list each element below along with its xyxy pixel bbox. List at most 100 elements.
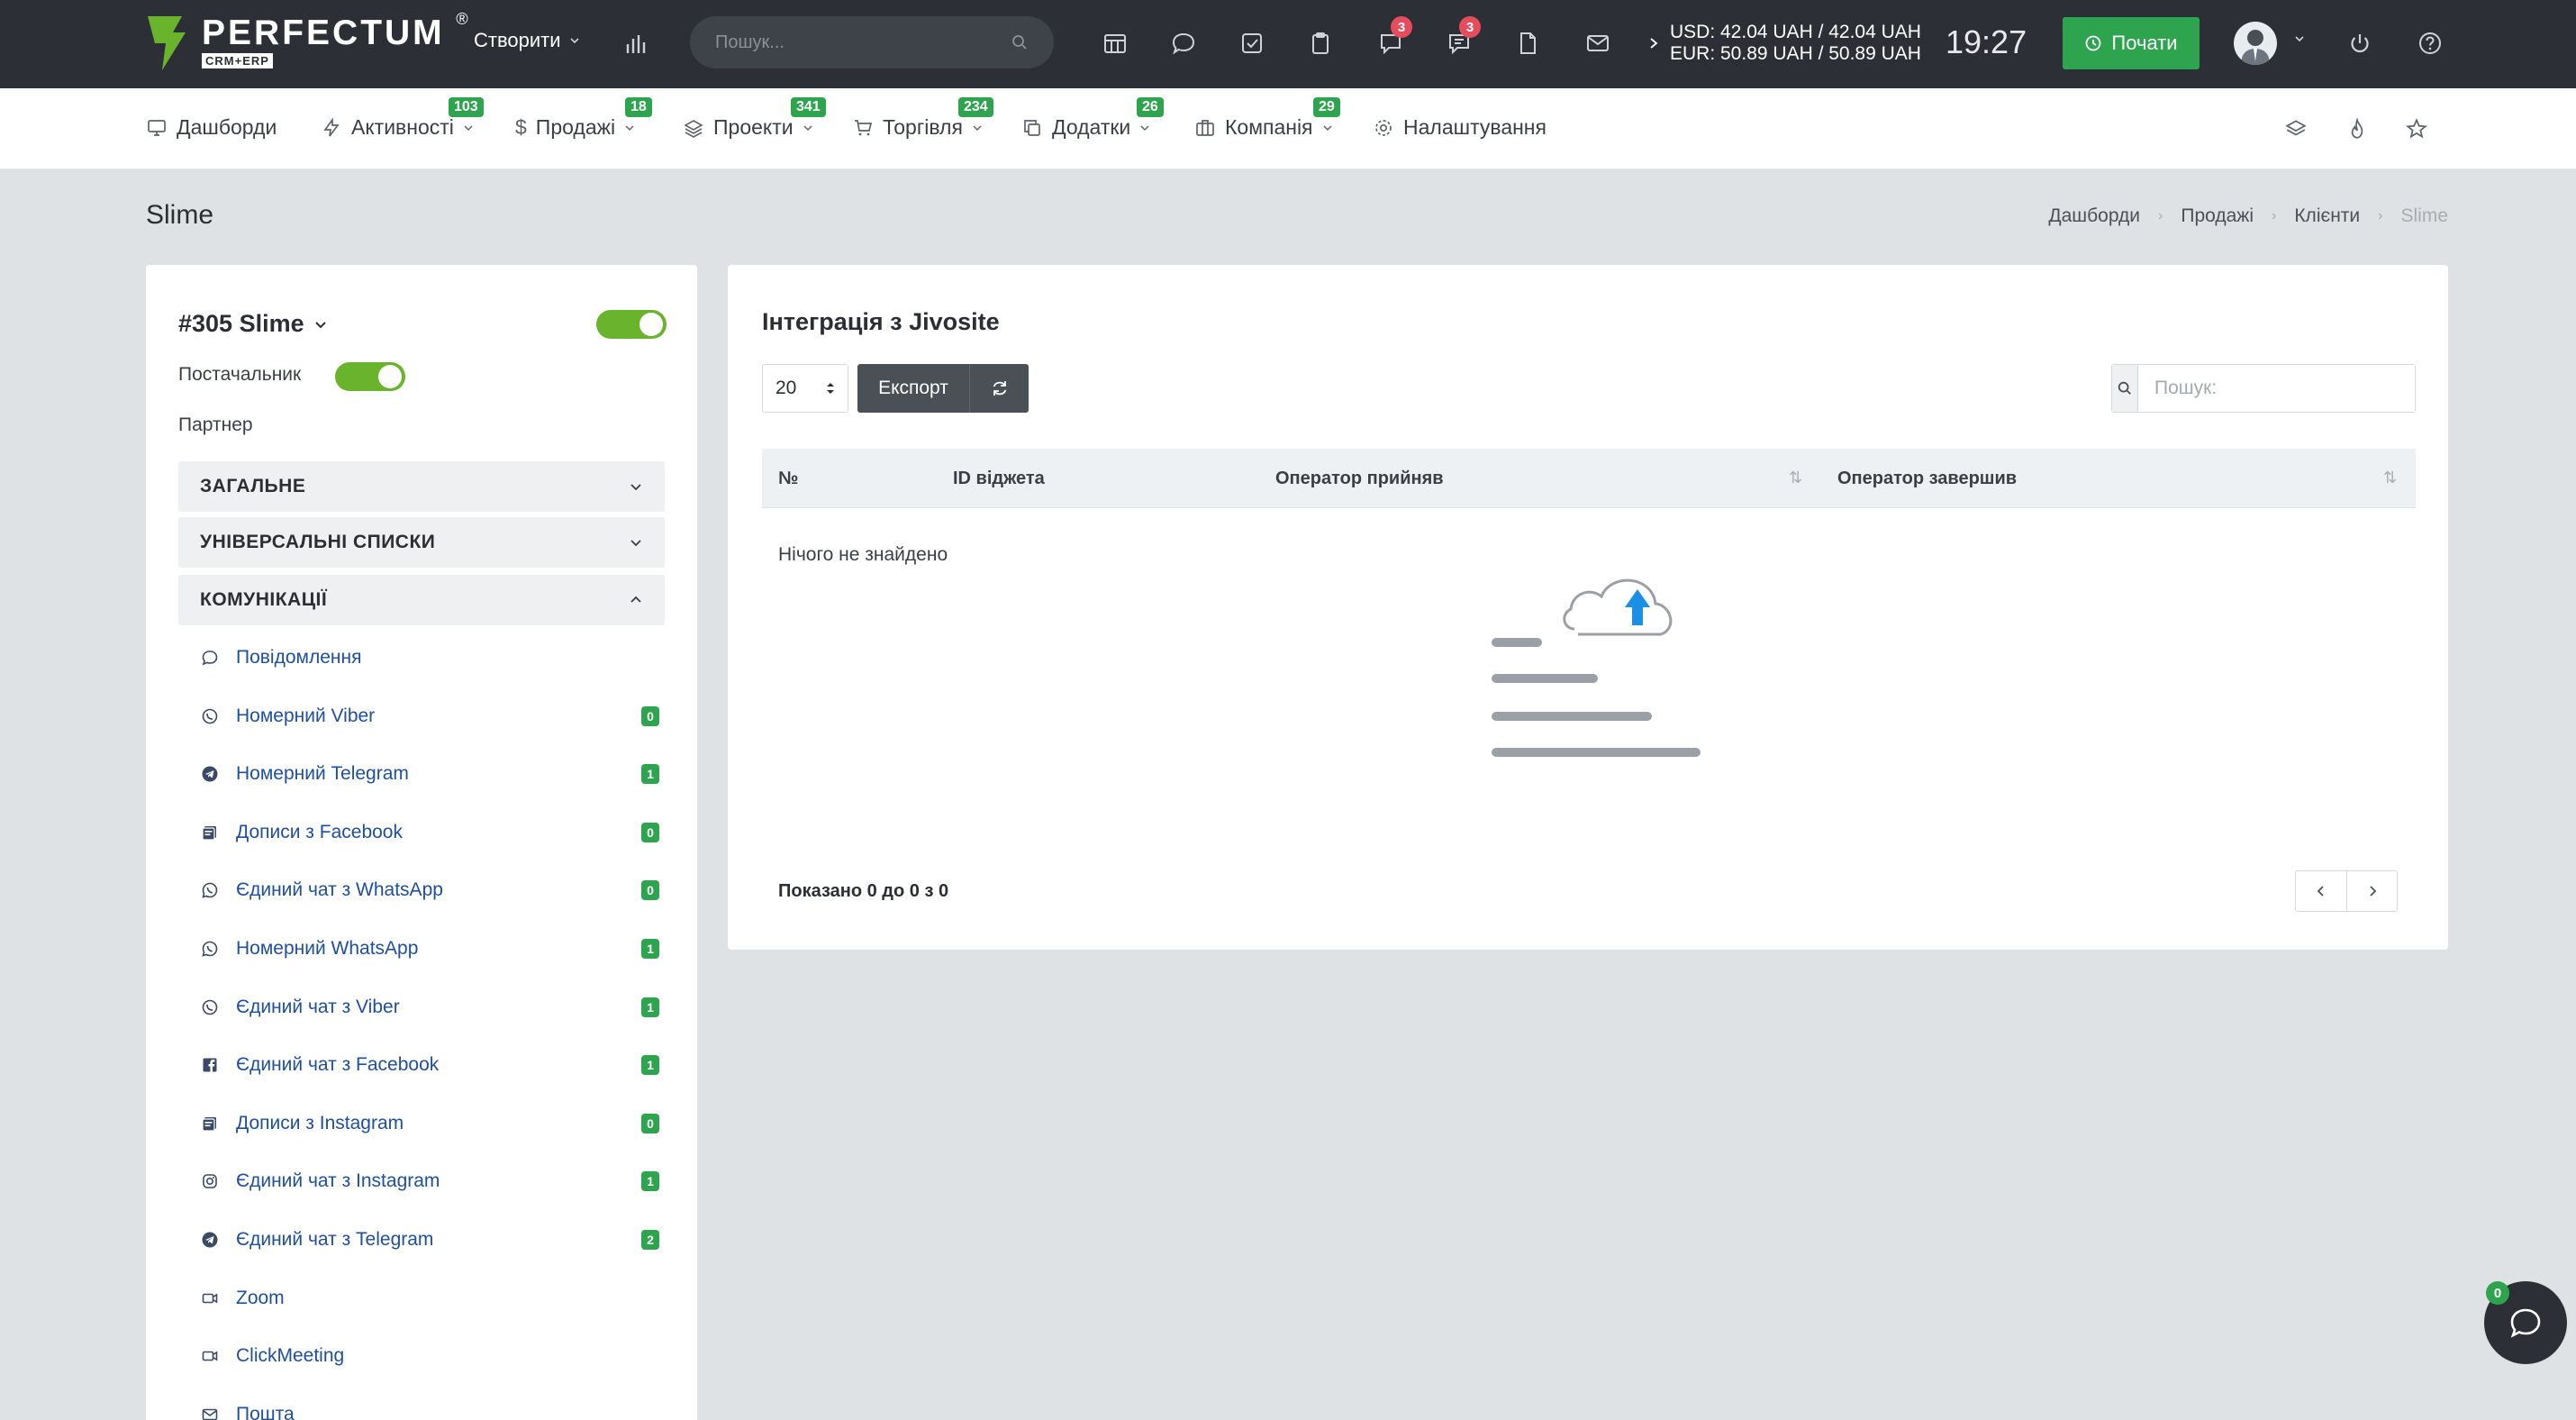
nav-label: Активності [351, 115, 454, 139]
refresh-button[interactable] [969, 364, 1029, 413]
chevron-down-icon[interactable] [2293, 32, 2306, 45]
nav-item-projects[interactable]: Проекти 341 [683, 97, 826, 140]
global-search-input[interactable] [715, 32, 1011, 53]
comm-item-badge: 0 [641, 1114, 659, 1133]
column-operator-accepted[interactable]: Оператор прийняв [1275, 449, 1444, 508]
comm-item-label: Дописи з Facebook [236, 822, 403, 842]
section-communications[interactable]: КОМУНІКАЦІЇ [178, 575, 665, 625]
nav-label: Дашборди [177, 115, 277, 139]
nav-label: Додатки [1052, 115, 1131, 139]
comments-icon[interactable]: 3 [1441, 16, 1481, 61]
task-check-icon[interactable] [1234, 25, 1270, 61]
create-menu-button[interactable]: Створити [474, 29, 581, 52]
export-button[interactable]: Експорт [857, 364, 969, 413]
chat-icon [2510, 1308, 2541, 1338]
nav-label: Компанія [1225, 115, 1313, 139]
instagram-icon [200, 1171, 220, 1191]
nav-label: Продажі [535, 115, 616, 139]
sort-icon[interactable]: ⇅ [1789, 469, 1802, 487]
star-icon[interactable] [2401, 114, 2432, 144]
chevron-right-icon [2369, 886, 2376, 897]
nav-item-company[interactable]: Компанія 29 [1194, 97, 1340, 140]
rate-usd: USD: 42.04 UAH / 42.04 UAH [1670, 22, 1921, 42]
messages-icon[interactable]: 3 [1373, 16, 1412, 61]
comm-item-label: Єдиний чат з Viber [236, 997, 400, 1017]
breadcrumb-link[interactable]: Клієнти [2294, 205, 2360, 227]
nav-item-trade[interactable]: Торгівля 234 [852, 97, 993, 140]
table-actions: Експорт [857, 364, 1029, 413]
section-label: ЗАГАЛЬНЕ [200, 476, 306, 496]
table-search-input[interactable] [2138, 365, 2415, 412]
column-number[interactable]: № [778, 449, 798, 508]
comm-item[interactable]: Пошта [200, 1404, 668, 1420]
avatar[interactable] [2234, 22, 2277, 65]
pagination-info: Показано 0 до 0 з 0 [778, 881, 949, 901]
breadcrumb: Дашборди › Продажі › Клієнти › Slime [2048, 205, 2448, 227]
document-icon[interactable] [1510, 25, 1546, 61]
comm-item[interactable]: Єдиний чат з WhatsApp 0 [200, 879, 668, 901]
section-universal-lists[interactable]: УНІВЕРСАЛЬНІ СПИСКИ [178, 517, 665, 568]
search-icon[interactable] [1011, 33, 1029, 51]
section-general[interactable]: ЗАГАЛЬНЕ [178, 461, 665, 512]
next-page-button[interactable] [2346, 871, 2397, 911]
column-widget-id[interactable]: ID віджета [953, 449, 1045, 508]
rate-eur: EUR: 50.89 UAH / 50.89 UAH [1670, 43, 1921, 64]
breadcrumb-link[interactable]: Дашборди [2048, 205, 2140, 227]
breadcrumb-separator: › [2378, 208, 2383, 223]
power-icon[interactable] [2342, 25, 2378, 61]
comm-item[interactable]: Єдиний чат з Facebook 1 [200, 1054, 668, 1076]
layers-icon[interactable] [2281, 114, 2311, 144]
nav-badge: 29 [1313, 97, 1340, 117]
client-header[interactable]: #305 Slime [178, 310, 328, 338]
fire-icon[interactable] [2342, 114, 2372, 144]
telegram-icon [200, 1230, 220, 1250]
comm-item[interactable]: Номерний Telegram 1 [200, 763, 668, 785]
comm-item[interactable]: Єдиний чат з Instagram 1 [200, 1170, 668, 1192]
clock: 19:27 [1946, 23, 2027, 60]
help-icon[interactable] [2412, 25, 2448, 61]
bar-chart-icon[interactable] [618, 25, 654, 61]
comm-item-label: Єдиний чат з Facebook [236, 1054, 440, 1075]
comm-item[interactable]: Єдиний чат з Viber 1 [200, 997, 668, 1018]
empty-cloud-illustration [1492, 578, 1701, 757]
chat-icon[interactable] [1166, 25, 1202, 61]
page-size-select[interactable]: 20 [762, 364, 848, 413]
nav-item-sales[interactable]: $ Продажі 18 [515, 97, 652, 140]
comm-item[interactable]: Дописи з Facebook 0 [200, 822, 668, 843]
chat-badge: 0 [2486, 1281, 2509, 1305]
comm-item[interactable]: ClickMeeting [200, 1345, 668, 1367]
mail-icon[interactable] [1580, 25, 1616, 61]
bolt-icon [323, 116, 340, 137]
comm-item[interactable]: Номерний Viber 0 [200, 705, 668, 727]
briefcase-icon [1196, 119, 1214, 136]
messages-badge: 3 [1391, 16, 1412, 38]
comm-item-label: Zoom [236, 1288, 285, 1308]
prev-page-button[interactable] [2296, 871, 2346, 911]
client-name: #305 Slime [178, 310, 304, 337]
calendar-table-icon[interactable] [1097, 25, 1133, 61]
supplier-toggle[interactable] [335, 362, 405, 391]
comm-item[interactable]: Дописи з Instagram 0 [200, 1113, 668, 1134]
comm-item[interactable]: Zoom [200, 1288, 668, 1309]
global-search[interactable] [690, 16, 1054, 68]
currency-rates[interactable]: USD: 42.04 UAH / 42.04 UAH EUR: 50.89 UA… [1648, 22, 1921, 65]
comm-item[interactable]: Номерний WhatsApp 1 [200, 938, 668, 960]
whatsapp-icon [200, 939, 220, 959]
start-timer-button[interactable]: Почати [2063, 17, 2200, 69]
breadcrumb-link[interactable]: Продажі [2181, 205, 2254, 227]
logo[interactable]: PERFECTUM ® CRM+ERP [146, 10, 468, 72]
chevron-down-icon [803, 124, 812, 131]
nav-item-addons[interactable]: Додатки 26 [1021, 97, 1164, 140]
card-title: Інтеграція з Jivosite [762, 308, 1000, 335]
nav-item-dashboards[interactable]: Дашборди [146, 115, 277, 140]
nav-item-activities[interactable]: Активності 103 [321, 97, 484, 140]
column-operator-finished[interactable]: Оператор завершив [1837, 449, 2017, 508]
nav-item-settings[interactable]: Налаштування [1373, 115, 1547, 140]
client-active-toggle[interactable] [596, 310, 667, 339]
sort-icon[interactable]: ⇅ [2383, 469, 2397, 487]
comm-item[interactable]: Повідомлення [200, 647, 668, 669]
comm-item[interactable]: Єдиний чат з Telegram 2 [200, 1229, 668, 1251]
chevron-down-icon [1140, 124, 1149, 131]
dollar-icon: $ [515, 115, 527, 139]
clipboard-icon[interactable] [1302, 25, 1338, 61]
